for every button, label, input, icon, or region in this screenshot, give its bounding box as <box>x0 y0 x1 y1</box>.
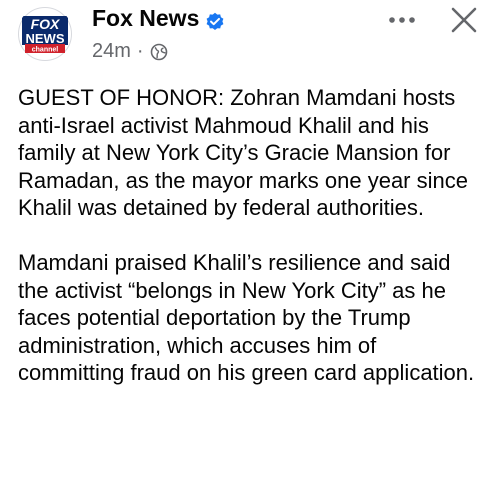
fox-news-logo: FOX NEWS channel <box>17 6 73 62</box>
verified-badge-icon <box>205 8 225 31</box>
logo-news-text: NEWS <box>26 31 65 46</box>
post-header: FOX NEWS channel Fox News 24m · <box>0 0 500 80</box>
more-options-icon <box>389 17 415 23</box>
page-avatar[interactable]: FOX NEWS channel <box>17 6 73 62</box>
close-button[interactable] <box>448 4 480 36</box>
logo-fox-text: FOX <box>31 16 61 32</box>
meta-separator: · <box>136 40 144 62</box>
page-name[interactable]: Fox News <box>92 2 199 34</box>
close-icon <box>451 7 477 33</box>
globe-icon[interactable] <box>150 42 168 61</box>
post-paragraph-2: Mamdani praised Khalil’s resilience and … <box>18 250 475 385</box>
more-options-button[interactable] <box>382 5 422 35</box>
post-meta: 24m · <box>92 38 168 64</box>
post-paragraph-1: GUEST OF HONOR: Zohran Mamdani hosts ant… <box>18 85 468 220</box>
post-text: GUEST OF HONOR: Zohran Mamdani hosts ant… <box>18 84 484 387</box>
logo-channel-text: channel <box>32 47 59 54</box>
page-name-link[interactable]: Fox News <box>92 2 225 34</box>
post-timestamp[interactable]: 24m <box>92 38 131 64</box>
